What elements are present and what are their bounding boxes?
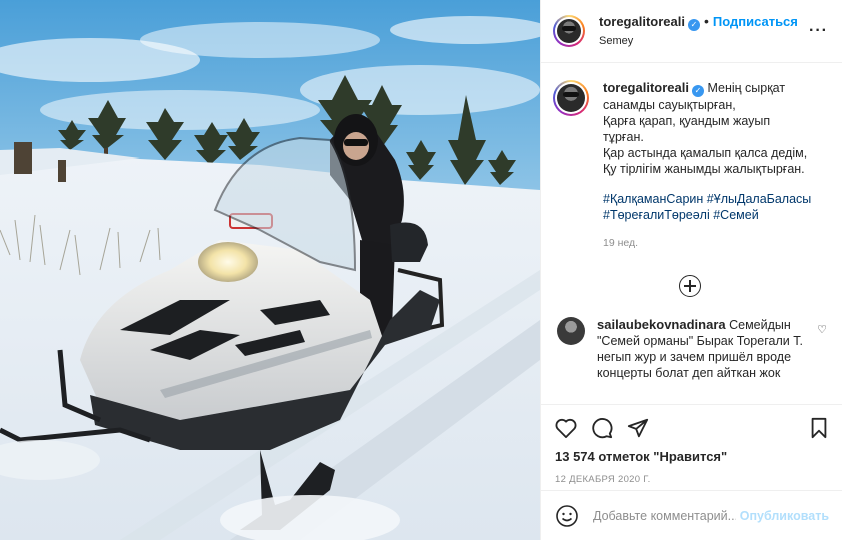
instagram-post-modal: toregalitoreali ✓ • Подписаться Semey ··· t… [0, 0, 842, 540]
caption-line: Қу тірлігім жанымды жалықтырған. [603, 162, 805, 176]
action-bar: 13 574 отметок "Нравится" 12 ДЕКАБРЯ 202… [541, 404, 842, 485]
heart-icon[interactable] [555, 418, 577, 438]
follow-button[interactable]: Подписаться [713, 14, 798, 29]
share-icon[interactable] [627, 417, 649, 439]
emoji-icon[interactable] [555, 504, 579, 528]
hashtag-link[interactable]: #Семей [713, 208, 758, 222]
post-photo[interactable] [0, 0, 540, 540]
caption-body: toregalitoreali ✓ Менің сырқат санамды са… [603, 80, 823, 251]
author-avatar[interactable] [553, 15, 585, 47]
comment-icon[interactable] [591, 417, 613, 439]
post-sidebar: toregalitoreali ✓ • Подписаться Semey ··· t… [540, 0, 842, 540]
bookmark-icon[interactable] [809, 417, 829, 439]
hashtag-link[interactable]: #ҚалқаманСарин [603, 192, 703, 206]
plus-circle-icon[interactable] [679, 275, 701, 297]
caption-line: Қар астында қамалып қалса дедім, [603, 146, 808, 160]
caption-avatar[interactable] [553, 80, 589, 116]
heart-small-icon[interactable]: ♡ [817, 323, 827, 336]
comment-item: sailaubekovnadinara Семейдын "Семей орма… [553, 317, 827, 381]
likes-count[interactable]: 13 574 отметок "Нравится" [555, 449, 829, 464]
caption-username[interactable]: toregalitoreali [603, 80, 689, 95]
comment-input[interactable]: Добавьте комментарий... [593, 509, 736, 523]
author-username[interactable]: toregalitoreali [599, 14, 685, 29]
comment-body: sailaubekovnadinara Семейдын "Семей орма… [597, 317, 803, 381]
snowmobile-photo [0, 0, 540, 540]
caption-line: Қарға қарап, қуандым жауып [603, 114, 771, 128]
caption: toregalitoreali ✓ Менің сырқат санамды са… [553, 80, 827, 251]
hashtags: #ҚалқаманСарин #ҰлыДалаБаласы #ТөреғалиТ… [603, 191, 823, 223]
add-comment-bar: Добавьте комментарий... Опубликовать [541, 490, 842, 540]
commenter-username[interactable]: sailaubekovnadinara [597, 317, 726, 332]
post-location[interactable]: Semey [599, 33, 798, 49]
commenter-avatar[interactable] [557, 317, 585, 345]
caption-line: Менің сырқат [707, 81, 786, 95]
author-info: toregalitoreali ✓ • Подписаться Semey [599, 13, 798, 49]
post-header: toregalitoreali ✓ • Подписаться Semey ··· [541, 0, 842, 63]
post-date[interactable]: 12 ДЕКАБРЯ 2020 Г. [555, 474, 829, 485]
comments-section[interactable]: toregalitoreali ✓ Менің сырқат санамды са… [541, 64, 842, 404]
action-icons [555, 415, 829, 441]
caption-line: санамды сауықтырған, [603, 98, 736, 112]
caption-line: тұрған. [603, 130, 644, 144]
more-options-icon[interactable]: ··· [809, 22, 828, 40]
hashtag-link[interactable]: #ТөреғалиТөреәлі [603, 208, 710, 222]
verified-badge-icon: ✓ [687, 19, 700, 31]
publish-button[interactable]: Опубликовать [740, 509, 829, 523]
separator-dot: • [703, 13, 709, 29]
verified-badge-icon: ✓ [691, 85, 704, 97]
hashtag-link[interactable]: #ҰлыДалаБаласы [707, 192, 811, 206]
post-time[interactable]: 19 нед. [603, 235, 823, 251]
